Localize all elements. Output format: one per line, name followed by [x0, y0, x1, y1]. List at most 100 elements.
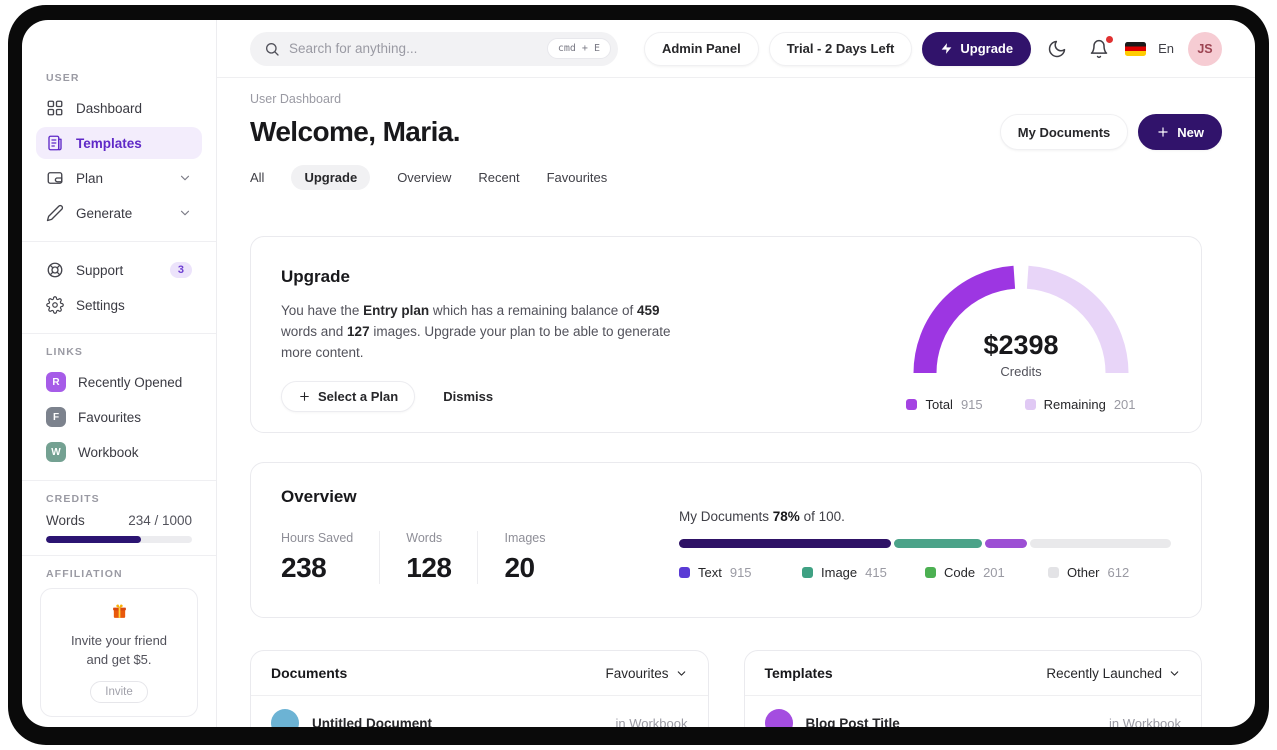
document-avatar: [271, 709, 299, 727]
wallet-icon: [47, 172, 63, 184]
notification-dot: [1106, 35, 1114, 43]
sidebar-item-label: Generate: [76, 205, 133, 221]
legend-item-remaining: Remaining 201: [1024, 397, 1136, 412]
legend-swatch: [802, 567, 813, 578]
stat-words: Words 128: [406, 531, 479, 584]
legend-item-text: Text 915: [679, 565, 802, 580]
divider: [22, 480, 216, 481]
dark-mode-toggle[interactable]: [1041, 39, 1073, 59]
legend-swatch: [1048, 567, 1059, 578]
tab-overview[interactable]: Overview: [397, 165, 451, 190]
breadcrumb: User Dashboard: [250, 92, 342, 106]
page-title: Welcome, Maria.: [250, 116, 461, 147]
affiliation-text: Invite your friend and get $5.: [70, 633, 168, 667]
templates-card-title: Templates: [764, 665, 833, 681]
invite-button[interactable]: Invite: [90, 680, 148, 703]
overview-card: Overview Hours Saved 238 Words 128 Image…: [250, 462, 1202, 618]
upgrade-card-text: You have the Entry plan which has a rema…: [281, 303, 671, 360]
gauge-center-label: Credits: [1000, 364, 1042, 379]
chevron-down-icon: [1170, 670, 1179, 676]
user-avatar[interactable]: JS: [1188, 31, 1222, 66]
trial-status-button[interactable]: Trial - 2 Days Left: [768, 31, 913, 66]
search-input[interactable]: [289, 41, 538, 56]
credits-words-value: 234 / 1000: [128, 513, 192, 528]
templates-icon: [48, 135, 62, 151]
documents-card-title: Documents: [271, 665, 348, 681]
chevron-down-icon: [180, 210, 190, 216]
gauge-legend: Total 915 Remaining 201: [906, 397, 1136, 412]
sidebar-section-credits: CREDITS: [46, 493, 100, 505]
template-title: Blog Post Title: [805, 715, 900, 728]
legend-swatch: [679, 567, 690, 578]
divider: [22, 555, 216, 556]
templates-filter-dropdown[interactable]: Recently Launched: [1046, 666, 1181, 681]
plus-icon: [1158, 127, 1168, 137]
divider: [22, 333, 216, 334]
sidebar-link-workbook[interactable]: W Workbook: [36, 436, 202, 468]
divider: [22, 241, 216, 242]
template-row[interactable]: Blog Post Title in Workbook: [745, 696, 1202, 727]
sidebar: USER Dashboard Templates Plan Generate S…: [22, 20, 217, 727]
documents-filter-dropdown[interactable]: Favourites: [605, 666, 687, 681]
sidebar-item-templates[interactable]: Templates: [36, 127, 202, 159]
documents-progress-label: My Documents 78% of 100.: [679, 509, 845, 524]
pencil-icon: [46, 204, 64, 222]
new-button[interactable]: New: [1138, 114, 1222, 150]
gift-icon: [112, 604, 126, 618]
gauge-center-value: $2398: [983, 330, 1059, 360]
support-icon: [47, 262, 63, 278]
legend-item-image: Image 415: [802, 565, 925, 580]
germany-flag-icon[interactable]: [1125, 41, 1147, 56]
grid-icon: [47, 100, 63, 116]
select-plan-button[interactable]: Select a Plan: [281, 380, 416, 412]
topbar: cmd + E Admin Panel Trial - 2 Days Left …: [217, 20, 1255, 78]
overview-card-title: Overview: [281, 487, 357, 506]
upgrade-button[interactable]: Upgrade: [922, 31, 1032, 66]
documents-card: Documents Favourites Untitled Document i…: [250, 650, 709, 727]
sidebar-link-recently-opened[interactable]: R Recently Opened: [36, 366, 202, 398]
lightning-icon: [941, 43, 952, 54]
legend-swatch: [1024, 399, 1036, 410]
legend-swatch: [925, 567, 936, 578]
notifications-button[interactable]: [1083, 35, 1115, 59]
sidebar-item-dashboard[interactable]: Dashboard: [36, 92, 202, 124]
admin-panel-button[interactable]: Admin Panel: [643, 31, 759, 66]
legend-swatch: [906, 399, 918, 410]
documents-progress-bar: [679, 539, 1171, 548]
legend-item-other: Other 612: [1048, 565, 1171, 580]
sidebar-item-label: Dashboard: [76, 100, 143, 116]
main-content: User Dashboard Welcome, Maria. My Docume…: [217, 78, 1255, 727]
dismiss-button[interactable]: Dismiss: [443, 389, 493, 404]
gear-icon: [46, 296, 64, 314]
template-avatar: [764, 709, 793, 727]
sidebar-item-label: Plan: [76, 170, 104, 186]
sidebar-item-generate[interactable]: Generate: [36, 197, 202, 229]
support-count-badge: 3: [169, 262, 192, 278]
document-location: in Workbook: [615, 715, 688, 728]
tab-upgrade[interactable]: Upgrade: [291, 165, 371, 190]
sidebar-link-favourites[interactable]: F Favourites: [36, 401, 202, 433]
link-initial-badge: R: [46, 372, 66, 392]
filter-tabs: All Upgrade Overview Recent Favourites: [250, 165, 1222, 190]
template-location: in Workbook: [1108, 715, 1181, 728]
sidebar-item-plan[interactable]: Plan: [36, 162, 202, 194]
upgrade-card: Upgrade You have the Entry plan which ha…: [250, 236, 1202, 433]
document-row[interactable]: Untitled Document in Workbook: [251, 696, 708, 727]
sidebar-section-affiliation: AFFILIATION: [46, 568, 123, 580]
plus-icon: [300, 391, 309, 401]
legend-item-total: Total 915: [906, 397, 983, 412]
moon-icon: [1048, 40, 1066, 57]
language-label[interactable]: En: [1158, 41, 1174, 56]
search-shortcut-badge: cmd + E: [546, 38, 611, 59]
sidebar-item-label: Settings: [76, 297, 125, 313]
tab-all[interactable]: All: [250, 165, 264, 190]
sidebar-item-support[interactable]: Support 3: [36, 254, 202, 286]
sidebar-item-settings[interactable]: Settings: [36, 289, 202, 321]
search-bar[interactable]: cmd + E: [250, 31, 618, 66]
my-documents-button[interactable]: My Documents: [999, 114, 1129, 150]
tab-favourites[interactable]: Favourites: [547, 165, 608, 190]
stat-hours-saved: Hours Saved 238: [281, 531, 381, 584]
tab-recent[interactable]: Recent: [478, 165, 519, 190]
words-credit-fill: [46, 536, 141, 543]
credits-words-label: Words: [46, 513, 85, 528]
